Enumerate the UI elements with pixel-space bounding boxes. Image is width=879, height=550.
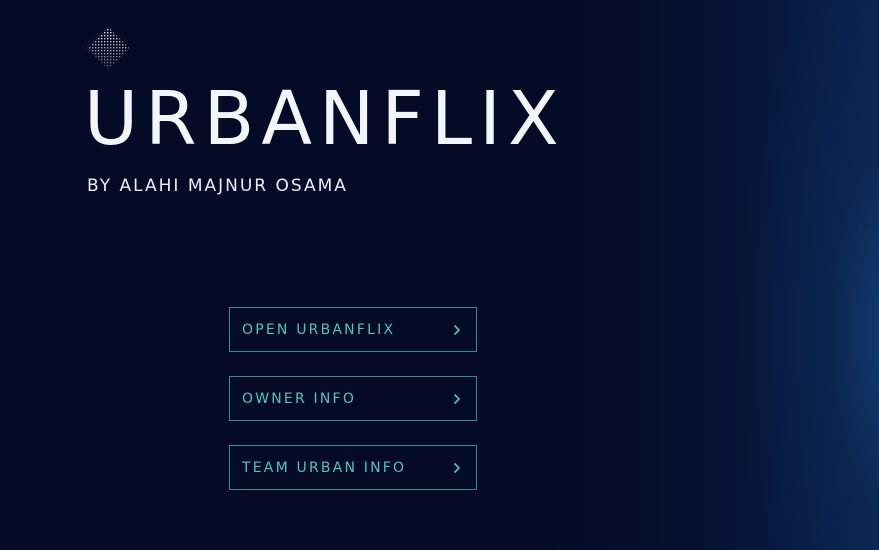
button-label: OWNER INFO: [242, 390, 357, 407]
app-subtitle: BY ALAHI MAJNUR OSAMA: [87, 176, 348, 196]
chevron-right-icon: [452, 461, 462, 475]
button-label: TEAM URBAN INFO: [242, 459, 407, 476]
chevron-right-icon: [452, 392, 462, 406]
app-title: URBANFLIX: [84, 76, 566, 162]
button-label: OPEN URBANFLIX: [242, 321, 396, 338]
chevron-right-icon: [452, 323, 462, 337]
team-urban-info-button[interactable]: TEAM URBAN INFO: [229, 445, 477, 490]
open-urbanflix-button[interactable]: OPEN URBANFLIX: [229, 307, 477, 352]
owner-info-button[interactable]: OWNER INFO: [229, 376, 477, 421]
diamond-dither-icon: [86, 26, 130, 70]
